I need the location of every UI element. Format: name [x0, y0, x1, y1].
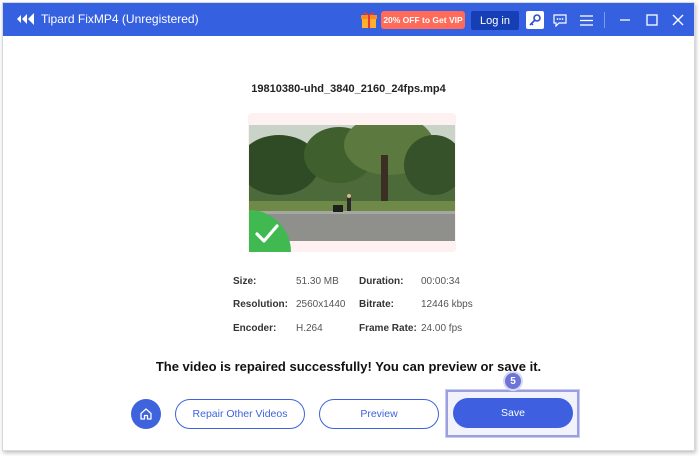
vip-promo-button[interactable]: 20% OFF to Get VIP — [381, 11, 465, 29]
preview-button[interactable]: Preview — [319, 399, 439, 429]
home-button[interactable] — [131, 399, 161, 429]
bitrate-label: Bitrate: — [359, 299, 395, 310]
feedback-button[interactable] — [551, 11, 569, 29]
resolution-value: 2560x1440 — [296, 299, 346, 310]
duration-value: 00:00:34 — [421, 276, 460, 287]
key-icon — [529, 14, 541, 26]
size-label: Size: — [233, 276, 257, 287]
resolution-label: Resolution: — [233, 299, 288, 310]
size-value: 51.30 MB — [296, 276, 339, 287]
hamburger-icon — [579, 14, 593, 26]
duration-label: Duration: — [359, 276, 404, 287]
gift-icon[interactable] — [359, 9, 379, 29]
success-message: The video is repaired successfully! You … — [155, 359, 542, 374]
maximize-button[interactable] — [643, 11, 661, 29]
login-button[interactable]: Log in — [471, 11, 519, 30]
repair-success-icon — [249, 210, 291, 252]
frame-rate-value: 24.00 fps — [421, 323, 463, 334]
home-icon — [140, 408, 152, 420]
app-logo-icon — [17, 13, 34, 25]
encoder-label: Encoder: — [233, 323, 277, 334]
save-button[interactable]: Save — [453, 398, 573, 428]
maximize-icon — [646, 14, 658, 26]
close-icon — [672, 14, 684, 26]
app-title: Tipard FixMP4 (Unregistered) — [41, 12, 199, 26]
chat-icon — [553, 13, 567, 27]
minimize-icon — [620, 19, 630, 21]
app-window: Tipard FixMP4 (Unregistered) 20% OFF to … — [2, 2, 695, 451]
menu-button[interactable] — [577, 11, 595, 29]
register-key-button[interactable] — [526, 11, 544, 29]
frame-rate-label: Frame Rate: — [359, 323, 417, 334]
video-filename: 19810380-uhd_3840_2160_24fps.mp4 — [251, 83, 446, 95]
repair-other-videos-button[interactable]: Repair Other Videos — [175, 399, 305, 429]
title-bar: Tipard FixMP4 (Unregistered) 20% OFF to … — [3, 3, 694, 36]
minimize-button[interactable] — [616, 11, 634, 29]
close-button[interactable] — [669, 11, 687, 29]
titlebar-divider — [604, 12, 605, 28]
step-number-badge: 5 — [505, 373, 521, 389]
encoder-value: H.264 — [296, 323, 323, 334]
bitrate-value: 12446 kbps — [421, 299, 473, 310]
